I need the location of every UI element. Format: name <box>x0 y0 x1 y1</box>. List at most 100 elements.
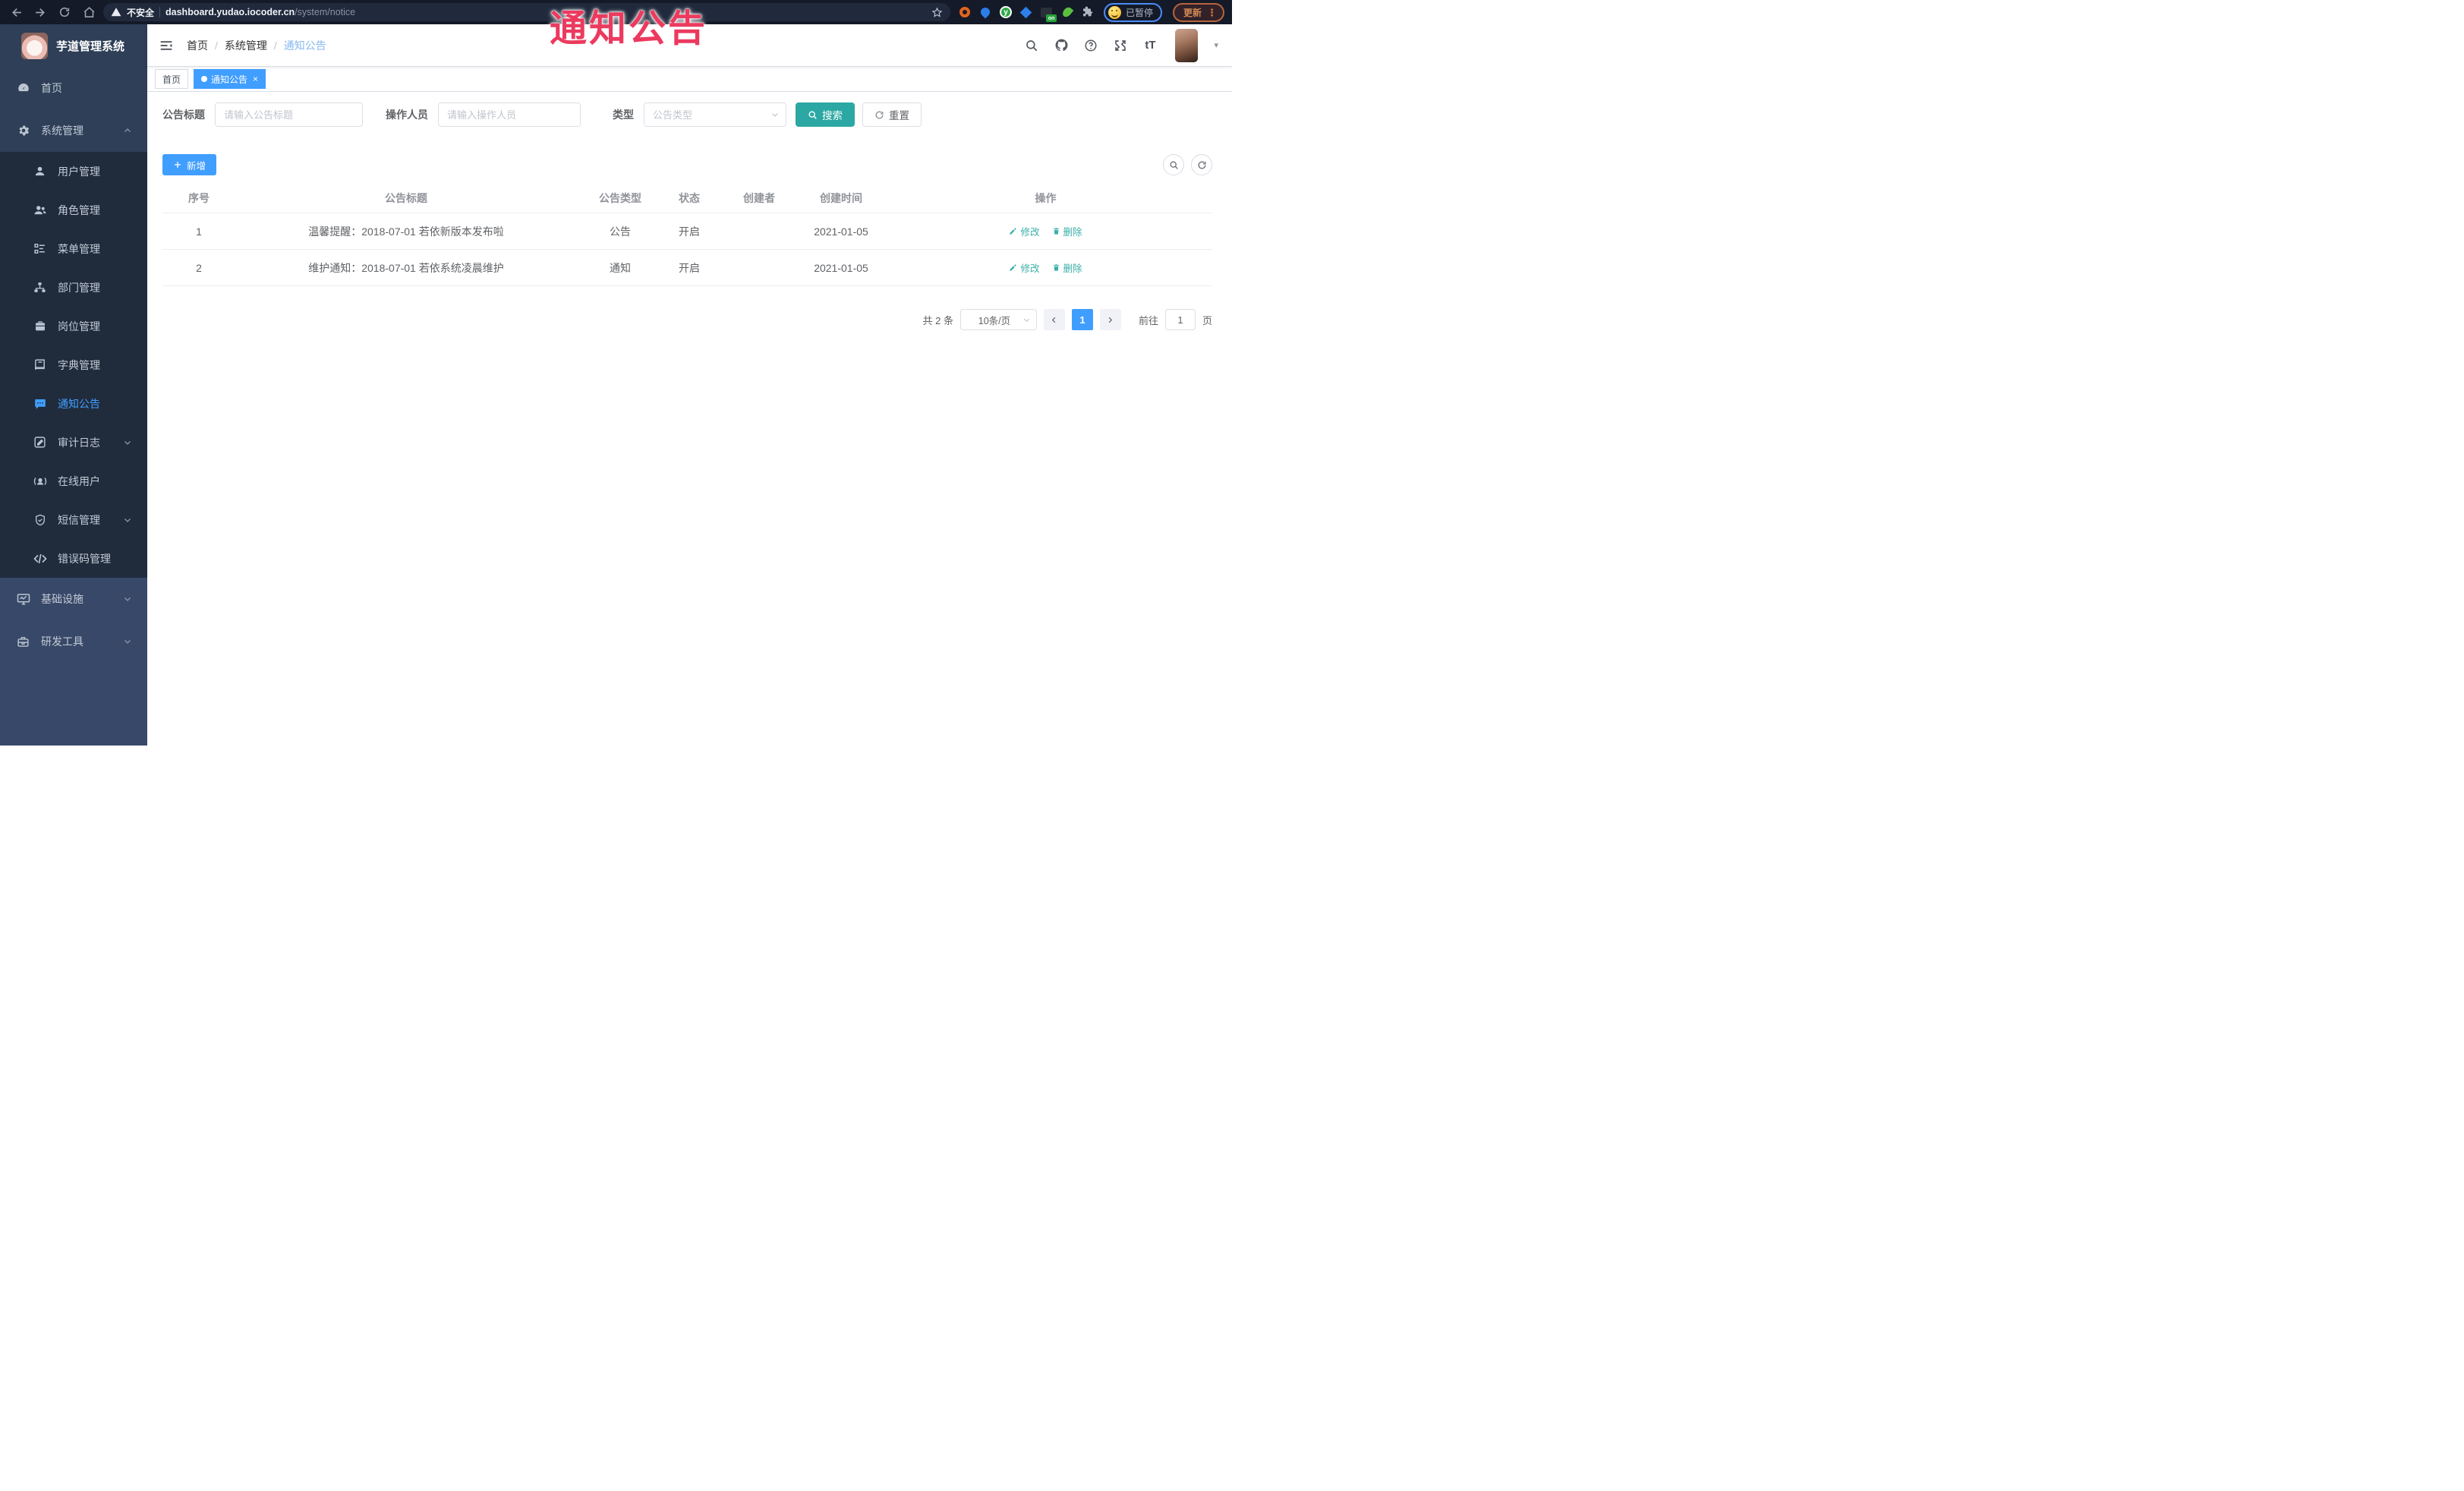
extension-pin-icon[interactable] <box>978 5 992 19</box>
url-bar[interactable]: 不安全 dashboard.yudao.iocoder.cn/system/no… <box>103 3 950 21</box>
sidebar-item-sms[interactable]: 短信管理 <box>0 500 147 539</box>
omnibox-divider <box>159 7 161 17</box>
forward-icon[interactable] <box>30 2 50 22</box>
goto-suffix: 页 <box>1202 314 1212 326</box>
font-size-icon[interactable]: tT <box>1142 38 1158 53</box>
edit-link[interactable]: 修改 <box>1009 224 1040 238</box>
sidebar-item-home[interactable]: 首页 <box>0 67 147 109</box>
sidebar-item-label: 角色管理 <box>58 203 100 216</box>
tab-home[interactable]: 首页 <box>155 69 189 89</box>
pagination: 共 2 条 1 前往 页 <box>162 309 1212 330</box>
user-avatar[interactable] <box>1175 28 1199 62</box>
extension-switch-icon[interactable]: on <box>1040 5 1057 22</box>
sidebar-item-infrastructure[interactable]: 基础设施 <box>0 578 147 620</box>
user-icon <box>33 164 47 178</box>
notice-table: 序号 公告标题 公告类型 状态 创建者 创建时间 操作 1 温馨提醒：2018-… <box>162 183 1212 286</box>
sidebar-item-label: 首页 <box>41 82 62 94</box>
sidebar-item-label: 岗位管理 <box>58 320 100 333</box>
sidebar-item-dict[interactable]: 字典管理 <box>0 345 147 384</box>
bookmark-star-icon[interactable] <box>931 7 943 18</box>
extension-ring-icon[interactable] <box>958 5 972 19</box>
users-icon <box>33 203 47 217</box>
delete-link[interactable]: 删除 <box>1052 260 1082 275</box>
sidebar-item-label: 菜单管理 <box>58 242 100 255</box>
sidebar-collapse-icon[interactable] <box>158 37 175 54</box>
breadcrumb-separator: / <box>273 39 277 52</box>
edit-link[interactable]: 修改 <box>1009 260 1040 275</box>
sidebar-item-dev-tools[interactable]: 研发工具 <box>0 620 147 663</box>
sidebar-item-notice[interactable]: 通知公告 <box>0 384 147 423</box>
reload-icon[interactable] <box>55 2 74 22</box>
breadcrumb-home[interactable]: 首页 <box>187 38 208 53</box>
operator-input[interactable] <box>438 102 581 127</box>
sidebar-item-posts[interactable]: 岗位管理 <box>0 307 147 345</box>
avatar-caret-down-icon[interactable]: ▾ <box>1214 40 1218 50</box>
help-icon[interactable] <box>1083 38 1098 53</box>
cell-created: 2021-01-05 <box>814 225 868 238</box>
extension-green-icon[interactable]: y <box>999 5 1013 19</box>
page-size-select[interactable] <box>959 309 1037 330</box>
github-icon[interactable] <box>1054 38 1069 53</box>
extension-on-badge: on <box>1046 14 1057 22</box>
sidebar-item-error-codes[interactable]: 错误码管理 <box>0 539 147 578</box>
notice-title-input[interactable] <box>215 102 363 127</box>
tab-close-icon[interactable]: × <box>253 74 258 84</box>
notice-type-select-input[interactable] <box>644 102 786 127</box>
fullscreen-icon[interactable] <box>1113 38 1128 53</box>
page-number-button[interactable]: 1 <box>1071 309 1093 330</box>
cell-title: 温馨提醒：2018-07-01 若依新版本发布啦 <box>308 225 504 238</box>
org-tree-icon <box>33 280 47 295</box>
chevron-up-icon <box>123 126 132 135</box>
browser-menu-kebab-icon[interactable]: ⋮ <box>1207 8 1217 17</box>
chevron-down-icon <box>123 594 132 604</box>
tab-notice[interactable]: 通知公告 × <box>194 69 266 89</box>
next-page-button[interactable] <box>1099 309 1121 330</box>
cell-index: 1 <box>196 225 202 238</box>
browser-profile-chip[interactable]: 已暂停 <box>1103 2 1162 22</box>
sidebar-item-label: 审计日志 <box>58 436 100 449</box>
cell-status: 开启 <box>679 261 700 274</box>
extensions-puzzle-icon[interactable] <box>1081 5 1095 19</box>
log-icon <box>33 435 47 449</box>
sidebar-item-departments[interactable]: 部门管理 <box>0 268 147 307</box>
prev-page-button[interactable] <box>1043 309 1065 330</box>
sidebar-bottom-section: 基础设施 研发工具 <box>0 578 147 746</box>
tags-view-bar: 首页 通知公告 × <box>147 67 1232 92</box>
sidebar-item-system[interactable]: 系统管理 <box>0 109 147 152</box>
message-icon <box>33 396 47 411</box>
goto-page-input[interactable] <box>1164 309 1196 330</box>
url-text: dashboard.yudao.iocoder.cn/system/notice <box>165 7 356 17</box>
extension-strip: y on <box>958 5 1095 22</box>
title-field-label: 公告标题 <box>162 109 205 121</box>
cell-index: 2 <box>196 261 202 274</box>
search-icon[interactable] <box>1024 38 1039 53</box>
add-button[interactable]: 新增 <box>162 154 217 175</box>
dashboard-icon <box>16 81 30 96</box>
notice-type-select[interactable] <box>644 102 786 127</box>
toggle-search-icon[interactable] <box>1163 154 1184 175</box>
search-button[interactable]: 搜索 <box>796 102 855 127</box>
sidebar-item-label: 系统管理 <box>41 125 83 137</box>
table-header-row: 序号 公告标题 公告类型 状态 创建者 创建时间 操作 <box>162 183 1212 213</box>
extension-diamond-icon[interactable] <box>1019 5 1033 19</box>
breadcrumb-system[interactable]: 系统管理 <box>225 38 267 53</box>
refresh-icon[interactable] <box>1191 154 1212 175</box>
home-icon[interactable] <box>79 2 99 22</box>
breadcrumb-separator: / <box>215 39 218 52</box>
sidebar-item-roles[interactable]: 角色管理 <box>0 191 147 229</box>
reset-button[interactable]: 重置 <box>862 102 922 127</box>
app-logo <box>21 32 48 59</box>
edit-pencil-icon <box>1010 264 1017 271</box>
sidebar-item-audit-log[interactable]: 审计日志 <box>0 423 147 462</box>
sidebar-item-label: 字典管理 <box>58 358 100 371</box>
shield-icon <box>33 512 47 527</box>
extension-sprout-icon[interactable] <box>1060 5 1074 19</box>
sidebar-item-users[interactable]: 用户管理 <box>0 152 147 191</box>
chevron-down-icon <box>123 515 132 525</box>
back-icon[interactable] <box>6 2 26 22</box>
browser-update-button[interactable]: 更新 ⋮ <box>1172 2 1224 22</box>
sidebar-item-online-users[interactable]: 在线用户 <box>0 462 147 500</box>
delete-link[interactable]: 删除 <box>1052 224 1082 238</box>
app-logo-row[interactable]: 芋道管理系统 <box>0 24 147 67</box>
sidebar-item-menus[interactable]: 菜单管理 <box>0 229 147 268</box>
